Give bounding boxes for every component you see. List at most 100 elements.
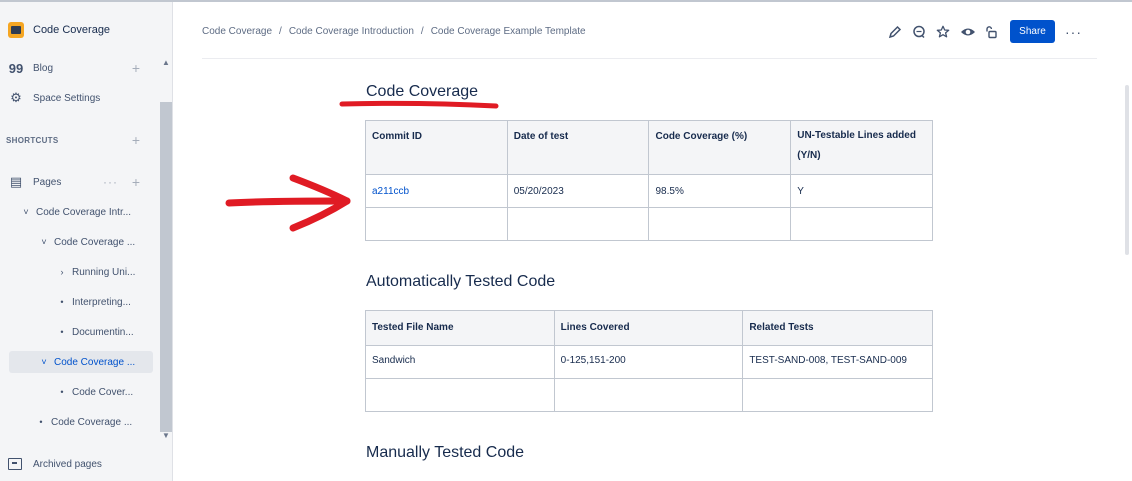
- tree-item-label: Running Uni...: [72, 266, 136, 278]
- star-icon[interactable]: [936, 25, 950, 39]
- tree-item-active[interactable]: ˅ Code Coverage ...: [9, 351, 153, 373]
- bullet-icon: •: [60, 327, 64, 337]
- column-header: Code Coverage (%): [648, 120, 792, 175]
- table-cell: 05/20/2023: [506, 174, 650, 208]
- column-header: Related Tests: [742, 310, 933, 346]
- sidebar-item-label: Blog: [33, 62, 54, 74]
- annotation-underline: [339, 100, 499, 109]
- sidebar-item-blog[interactable]: 99 Blog +: [0, 57, 160, 79]
- breadcrumb: Code Coverage / Code Coverage Introducti…: [202, 26, 586, 37]
- breadcrumb-item[interactable]: Code Coverage Introduction: [289, 26, 414, 37]
- header-divider: [202, 58, 1097, 59]
- gear-icon: ⚙: [10, 90, 22, 105]
- tree-item-label: Code Coverage ...: [54, 236, 136, 248]
- breadcrumb-item[interactable]: Code Coverage Example Template: [431, 26, 586, 37]
- shortcuts-label: SHORTCUTS: [6, 135, 59, 145]
- table-cell: [790, 207, 933, 241]
- chevron-down-icon[interactable]: ˅: [38, 237, 50, 247]
- commit-link[interactable]: a211ccb: [372, 186, 409, 197]
- tree-item-label: Code Coverage ...: [54, 356, 136, 368]
- table-cell: [365, 207, 508, 241]
- table-cell: Sandwich: [365, 345, 555, 379]
- column-header: Tested File Name: [365, 310, 555, 346]
- more-options-icon[interactable]: ···: [1065, 24, 1082, 40]
- scroll-up-icon[interactable]: ▲: [162, 58, 170, 67]
- table-cell: a211ccb: [365, 174, 508, 208]
- breadcrumb-item[interactable]: Code Coverage: [202, 26, 272, 37]
- table-row: [365, 378, 933, 412]
- bullet-icon: •: [60, 297, 64, 307]
- section-heading: Manually Tested Code: [366, 444, 525, 461]
- add-blog-icon[interactable]: +: [132, 60, 140, 76]
- space-header[interactable]: Code Coverage: [8, 22, 110, 38]
- breadcrumb-separator: /: [279, 26, 282, 37]
- bullet-icon: •: [60, 387, 64, 397]
- scroll-down-icon[interactable]: ▼: [162, 431, 170, 440]
- sidebar-item-label: Archived pages: [33, 458, 102, 470]
- sidebar-item-archived[interactable]: Archived pages: [8, 458, 102, 470]
- table-cell: [365, 378, 555, 412]
- table-cell: 0-125,151-200: [553, 345, 744, 379]
- table-row: a211ccb 05/20/2023 98.5% Y: [365, 174, 933, 208]
- tree-item[interactable]: • Code Cover...: [56, 381, 133, 403]
- sidebar-scrollbar-thumb[interactable]: [160, 102, 172, 432]
- tree-item[interactable]: • Interpreting...: [56, 291, 131, 313]
- table-cell: TEST-SAND-008, TEST-SAND-009: [742, 345, 933, 379]
- tree-item[interactable]: • Documentin...: [56, 321, 134, 343]
- coverage-table: Commit ID Date of test Code Coverage (%)…: [365, 120, 933, 241]
- add-shortcut-icon[interactable]: +: [132, 132, 140, 148]
- tree-item-label: Code Coverage ...: [51, 416, 133, 428]
- edit-pencil-icon[interactable]: [888, 25, 902, 39]
- tree-item[interactable]: • Code Coverage ...: [35, 411, 132, 433]
- breadcrumb-separator: /: [420, 26, 424, 37]
- sidebar-shortcuts-header: SHORTCUTS +: [0, 129, 160, 151]
- sidebar: Code Coverage 99 Blog + ⚙ Space Settings…: [0, 2, 173, 481]
- tree-item[interactable]: › Running Uni...: [56, 261, 136, 283]
- bullet-icon: •: [39, 417, 43, 427]
- tree-item-label: Documentin...: [72, 326, 134, 338]
- column-header: Date of test: [506, 120, 650, 175]
- tree-item-label: Interpreting...: [72, 296, 131, 308]
- table-cell: [553, 378, 744, 412]
- chevron-down-icon[interactable]: ˅: [38, 357, 50, 367]
- tree-item[interactable]: ˅ Code Coverage Intr...: [20, 201, 131, 223]
- table-cell: 98.5%: [648, 174, 792, 208]
- space-logo-icon: [8, 22, 24, 38]
- chevron-right-icon[interactable]: ›: [56, 267, 68, 277]
- page-heading: Code Coverage: [366, 83, 479, 100]
- chevron-down-icon[interactable]: ˅: [20, 207, 32, 217]
- page-actions: Share ···: [888, 20, 1082, 43]
- share-button[interactable]: Share: [1010, 20, 1055, 43]
- sidebar-item-label: Space Settings: [33, 92, 101, 104]
- more-actions-icon[interactable]: ···: [103, 175, 118, 189]
- pages-icon: ▤: [9, 174, 23, 189]
- tree-item-label: Code Cover...: [72, 386, 134, 398]
- column-header: Lines Covered: [553, 310, 744, 346]
- table-cell: [648, 207, 792, 241]
- tested-code-table: Tested File Name Lines Covered Related T…: [365, 310, 933, 412]
- restrictions-lock-icon[interactable]: [984, 25, 998, 39]
- table-cell: [506, 207, 650, 241]
- column-header: UN-Testable Lines added (Y/N): [790, 120, 933, 175]
- sidebar-item-pages[interactable]: ▤ Pages ··· +: [0, 171, 160, 193]
- sidebar-item-label: Pages: [33, 176, 62, 188]
- space-name: Code Coverage: [33, 24, 111, 36]
- tree-item-label: Code Coverage Intr...: [36, 206, 132, 218]
- archive-icon: [8, 458, 22, 470]
- sidebar-item-space-settings[interactable]: ⚙ Space Settings: [0, 87, 160, 109]
- watch-eye-icon[interactable]: [960, 25, 975, 39]
- table-cell: Y: [790, 174, 933, 208]
- section-heading: Automatically Tested Code: [366, 273, 556, 290]
- table-row: [365, 207, 933, 241]
- tree-item[interactable]: ˅ Code Coverage ...: [38, 231, 135, 253]
- table-cell: [742, 378, 933, 412]
- table-header-row: Tested File Name Lines Covered Related T…: [365, 310, 933, 346]
- column-header: Commit ID: [365, 120, 508, 175]
- table-row: Sandwich 0-125,151-200 TEST-SAND-008, TE…: [365, 345, 933, 379]
- page-scrollbar[interactable]: [1125, 85, 1129, 255]
- comment-icon[interactable]: [912, 25, 926, 39]
- annotation-arrow: [225, 174, 351, 232]
- table-header-row: Commit ID Date of test Code Coverage (%)…: [365, 120, 933, 175]
- quote-icon: 99: [8, 60, 24, 76]
- add-page-icon[interactable]: +: [132, 174, 140, 190]
